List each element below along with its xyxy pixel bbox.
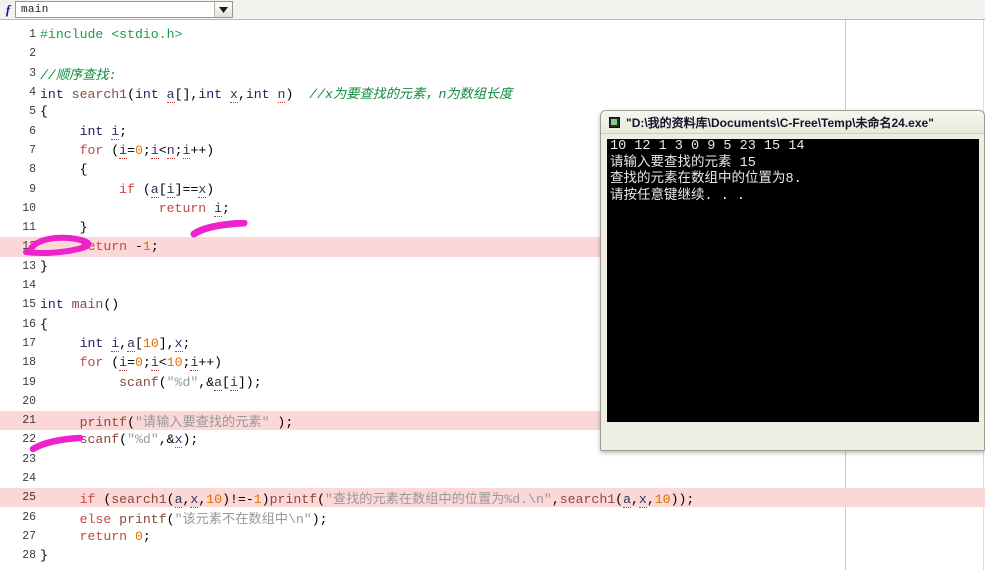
code-line-text[interactable]: }	[40, 548, 48, 563]
console-window[interactable]: "D:\我的资料库\Documents\C-Free\Temp\未命名24.ex…	[600, 110, 985, 451]
code-line-text[interactable]: {	[40, 162, 88, 177]
line-number: 17	[22, 336, 36, 350]
line-number: 25	[22, 491, 36, 505]
code-line-text[interactable]: //顺序查找:	[40, 64, 117, 83]
line-number: 8	[29, 163, 36, 177]
line-number: 13	[22, 259, 36, 273]
code-line[interactable]: 2	[0, 44, 985, 63]
code-line[interactable]: 1 #include <stdio.h>	[0, 25, 985, 44]
code-line[interactable]: 23	[0, 450, 985, 469]
code-line-text[interactable]: #include <stdio.h>	[40, 27, 182, 42]
line-number: 2	[29, 47, 36, 61]
console-app-icon	[609, 116, 620, 128]
line-number: 21	[22, 414, 36, 428]
code-line-text[interactable]: {	[40, 317, 48, 332]
line-number: 11	[22, 221, 36, 235]
line-number: 9	[29, 182, 36, 196]
line-number: 24	[22, 472, 36, 486]
code-line-text[interactable]: }	[40, 220, 88, 235]
code-line-text[interactable]: scanf("%d",&a[i]);	[40, 374, 262, 391]
code-line-text[interactable]: {	[40, 104, 48, 119]
code-line[interactable]: 3 //顺序查找:	[0, 64, 985, 83]
code-line-text[interactable]: scanf("%d",&x);	[40, 432, 198, 449]
code-line-text[interactable]: for (i=0;i<n;i++)	[40, 142, 214, 159]
console-output-line: 请按任意键继续. . .	[610, 188, 746, 204]
code-line[interactable]: 26 else printf("该元素不在数组中\n");	[0, 508, 985, 527]
line-number: 23	[22, 452, 36, 466]
code-line[interactable]: 28}	[0, 546, 985, 565]
code-line[interactable]: 27 return 0;	[0, 527, 985, 546]
code-line-text[interactable]: if (a[i]==x)	[40, 181, 214, 198]
code-line[interactable]: 4 int search1(int a[],int x,int n) //x为要查…	[0, 83, 985, 104]
line-number: 10	[22, 201, 36, 215]
function-selector-toolbar: f main	[0, 0, 985, 20]
code-line-text[interactable]: return i;	[40, 200, 230, 217]
line-number: 28	[22, 549, 36, 563]
line-number: 27	[22, 529, 36, 543]
code-line-text[interactable]: int i,a[10],x;	[40, 335, 190, 352]
console-title-bar[interactable]: "D:\我的资料库\Documents\C-Free\Temp\未命名24.ex…	[601, 111, 984, 134]
line-number: 3	[29, 66, 36, 80]
line-number: 22	[22, 433, 36, 447]
line-number: 12	[22, 240, 36, 254]
line-number: 15	[22, 298, 36, 312]
line-number: 6	[29, 124, 36, 138]
console-output-line: 10 12 1 3 0 9 5 23 15 14	[610, 139, 805, 154]
scope-combobox-value: main	[21, 3, 49, 16]
line-number: 20	[22, 394, 36, 408]
line-number: 7	[29, 143, 36, 157]
code-line[interactable]: 25 if (search1(a,x,10)!=-1)printf("查找的元素…	[0, 488, 985, 509]
code-line[interactable]: 24	[0, 469, 985, 488]
code-line-text[interactable]: if (search1(a,x,10)!=-1)printf("查找的元素在数组…	[40, 488, 694, 509]
function-f-icon: f	[5, 1, 11, 17]
line-number: 14	[22, 279, 36, 293]
line-number: 26	[22, 510, 36, 524]
code-line-text[interactable]: for (i=0;i<10;i++)	[40, 355, 222, 372]
console-output: 10 12 1 3 0 9 5 23 15 14 请输入要查找的元素 15 查找的元…	[607, 139, 979, 422]
line-number: 18	[22, 356, 36, 370]
line-number: 1	[29, 28, 36, 42]
code-line-text[interactable]: int search1(int a[],int x,int n) //x为要查找…	[40, 83, 512, 104]
console-output-line: 查找的元素在数组中的位置为8.	[610, 172, 802, 187]
code-line-text[interactable]: else printf("该元素不在数组中\n");	[40, 508, 328, 527]
chevron-down-icon[interactable]	[214, 2, 232, 17]
console-title-text: "D:\我的资料库\Documents\C-Free\Temp\未命名24.ex…	[626, 115, 934, 130]
line-number: 4	[29, 86, 36, 100]
line-number: 5	[29, 105, 36, 119]
scope-combobox[interactable]: main	[15, 1, 233, 18]
code-line-text[interactable]: return 0;	[40, 529, 151, 544]
console-output-line: 请输入要查找的元素 15	[610, 155, 756, 171]
line-number: 19	[22, 375, 36, 389]
toolbar-filler	[233, 0, 985, 19]
line-number: 16	[22, 317, 36, 331]
code-line-text[interactable]: int i;	[40, 123, 127, 140]
code-line-text[interactable]: printf("请输入要查找的元素" );	[40, 411, 294, 430]
code-line-text[interactable]: }	[40, 259, 48, 274]
code-line-text[interactable]: int main()	[40, 297, 119, 312]
code-line-text[interactable]: return -1;	[40, 239, 159, 254]
